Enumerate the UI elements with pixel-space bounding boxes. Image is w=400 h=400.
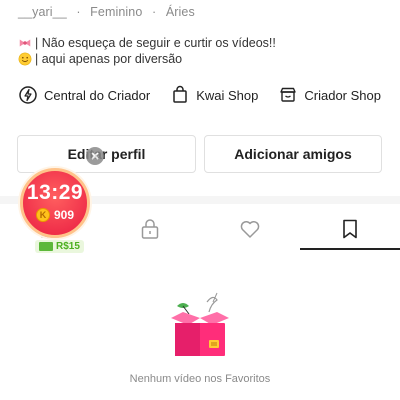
profile-bio: | Não esqueça de seguir e curtir os víde…	[18, 35, 276, 67]
cash-reward-badge: R$15	[35, 240, 84, 253]
creator-links: Central do Criador Kwai Shop Criador Sho…	[18, 85, 400, 105]
creator-shop-label: Criador Shop	[304, 87, 381, 103]
kwai-shop-label: Kwai Shop	[196, 87, 259, 103]
kwai-shop-link[interactable]: Kwai Shop	[170, 85, 258, 105]
reward-amount: R$15	[56, 241, 80, 252]
bio-line-1: | Não esqueça de seguir e curtir os víde…	[35, 36, 276, 50]
bookmark-icon	[343, 219, 357, 239]
countdown-reward-widget[interactable]: 13:29 K 909	[20, 168, 90, 238]
creator-center-link[interactable]: Central do Criador	[18, 85, 150, 105]
active-tab-indicator	[300, 248, 400, 250]
profile-meta: __yari__ · Feminino · Áries	[18, 5, 195, 19]
countdown-time: 13:29	[26, 181, 84, 204]
heart-icon	[240, 221, 260, 238]
ribbon-bow-icon	[19, 39, 31, 47]
coin-balance: K 909	[23, 208, 87, 222]
tab-private[interactable]	[100, 208, 200, 250]
empty-favorites-message: Nenhum vídeo nos Favoritos	[129, 373, 271, 385]
shop-store-icon	[280, 87, 297, 102]
coin-icon: K	[35, 208, 50, 222]
creator-shop-link[interactable]: Criador Shop	[278, 85, 381, 105]
money-icon	[39, 242, 53, 251]
separator: ·	[151, 5, 157, 19]
bio-line-2: | aqui apenas por diversão	[35, 52, 183, 66]
gender: Feminino	[90, 5, 143, 19]
shopping-bag-icon	[173, 85, 187, 103]
close-widget-button[interactable]	[86, 147, 104, 165]
coin-count: 909	[53, 208, 75, 222]
lock-icon	[141, 219, 159, 239]
tab-favorites[interactable]	[300, 208, 400, 250]
creator-bolt-icon	[19, 86, 37, 104]
tab-likes[interactable]	[200, 208, 300, 250]
close-icon	[91, 152, 99, 160]
add-friends-button[interactable]: Adicionar amigos	[204, 135, 382, 173]
zodiac-sign: Áries	[165, 5, 195, 19]
username: __yari__	[18, 5, 67, 19]
empty-box-illustration	[171, 292, 229, 356]
creator-center-label: Central do Criador	[44, 87, 151, 103]
edit-profile-button[interactable]: Editar perfil	[17, 135, 196, 173]
separator: ·	[76, 5, 81, 19]
smile-emoji-icon	[18, 52, 32, 66]
